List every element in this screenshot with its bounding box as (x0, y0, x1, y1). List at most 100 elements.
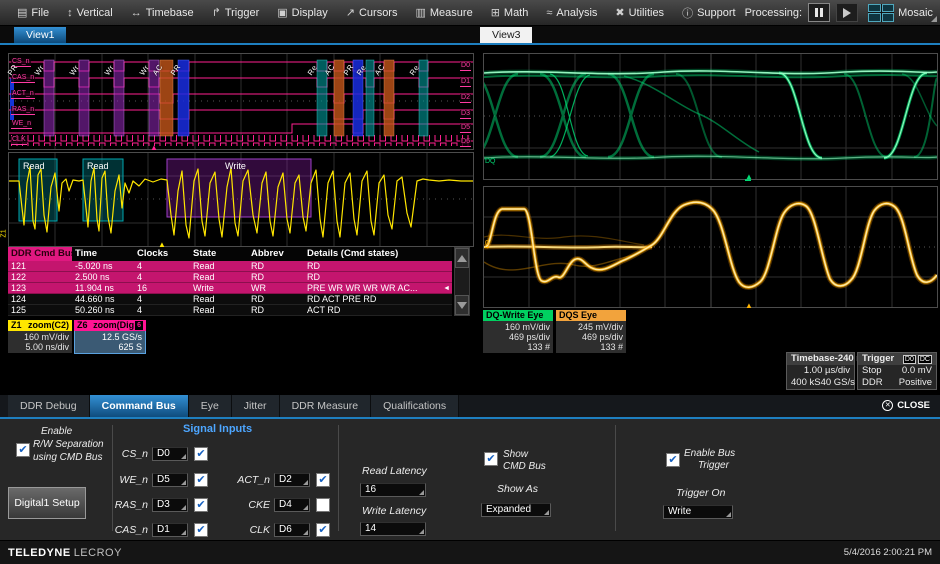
z6-descriptor[interactable]: Z6zoom(Dig6 12.5 GS/s625 S (74, 320, 146, 354)
rw-separation-checkbox[interactable] (16, 443, 30, 457)
cs-source-dropdown[interactable]: D0 (152, 447, 188, 461)
act-source-dropdown[interactable]: D2 (274, 473, 310, 487)
mosaic-grid-icon (868, 4, 894, 22)
menu-display-label: Display (292, 7, 328, 19)
menu-trigger-label: Trigger (225, 7, 259, 19)
close-icon: ✕ (882, 400, 893, 411)
menu-cursors[interactable]: ↗Cursors (337, 0, 407, 26)
menu-math[interactable]: ⊞Math (482, 0, 538, 26)
signal-label-cas: CAS_n (11, 74, 35, 83)
menu-vertical[interactable]: ↕Vertical (58, 0, 122, 26)
tab-view3[interactable]: View3 (480, 27, 532, 43)
z1-descriptor[interactable]: Z1zoom(C2) 160 mV/div5.00 ns/div (8, 320, 72, 353)
cs-enable-checkbox[interactable] (194, 447, 208, 461)
trigger-icon: ↱ (212, 6, 221, 19)
trigger-source-badge: D0 (903, 355, 916, 364)
tab-jitter[interactable]: Jitter (232, 395, 280, 417)
dqs-eye-descriptor[interactable]: DQS Eye 245 mV/div 469 ps/div 133 # (556, 310, 626, 353)
timebase-rate: 40 GS/s (821, 377, 855, 389)
trigger-descriptor[interactable]: TriggerD0DC Stop0.0 mV DDRPositive (857, 352, 937, 390)
vertical-icon: ↕ (67, 7, 73, 19)
z1-tdiv: 5.00 ns/div (11, 342, 69, 352)
table-row[interactable]: 12444.660 ns4ReadRDRD ACT PRE RD (8, 294, 452, 305)
cas-enable-checkbox[interactable] (194, 523, 208, 537)
clk-source-dropdown[interactable]: D6 (274, 523, 310, 537)
table-header-bus: DDR Cmd Bus (8, 247, 72, 261)
mosaic-selector[interactable]: Mosaic (864, 3, 937, 23)
write-latency-dropdown[interactable]: 14 (360, 522, 426, 536)
dq-eye-name: DQ-Write Eye (486, 310, 543, 321)
tab-qualifications[interactable]: Qualifications (371, 395, 459, 417)
show-as-dropdown[interactable]: Expanded (481, 503, 551, 517)
menu-measure[interactable]: ▥Measure (406, 0, 481, 26)
tab-eye[interactable]: Eye (189, 395, 232, 417)
z6-source: zoom(Dig (93, 320, 134, 331)
trigger-slope: Positive (899, 377, 932, 389)
dq-eye-panel[interactable]: DQ (483, 53, 938, 180)
tab-ddr-debug[interactable]: DDR Debug (8, 395, 90, 417)
play-icon (843, 8, 851, 18)
cas-source-dropdown[interactable]: D1 (152, 523, 188, 537)
table-row[interactable]: 1222.500 ns4ReadRDRD (8, 272, 452, 283)
table-row[interactable]: 12550.260 ns4ReadRDACT RD (8, 305, 452, 316)
z1-vdiv: 160 mV/div (11, 332, 69, 342)
scroll-down-button[interactable] (455, 295, 469, 315)
signal-label-ras: RAS_n (11, 106, 35, 115)
z1-trace-label: Z1 (1, 229, 8, 237)
tab-command-bus[interactable]: Command Bus (90, 395, 189, 417)
timebase-samples: 400 kS (791, 377, 821, 389)
tab-view1[interactable]: View1 (14, 27, 66, 43)
menu-support[interactable]: ⓘSupport (673, 0, 745, 26)
digital1-setup-button[interactable]: Digital1 Setup (8, 487, 86, 519)
table-header-row: DDR Cmd Bus Time Clocks State Abbrev Det… (8, 247, 452, 261)
we-label: WE_n (100, 474, 148, 486)
clk-enable-checkbox[interactable] (316, 523, 330, 537)
timebase-descriptor[interactable]: Timebase-240 ns 1.00 µs/div 400 kS40 GS/… (786, 352, 855, 390)
tab-ddr-measure[interactable]: DDR Measure (280, 395, 372, 417)
close-button[interactable]: ✕ CLOSE (882, 400, 930, 411)
pause-button[interactable] (808, 3, 830, 22)
dqs-waveform (484, 187, 937, 307)
menu-utilities[interactable]: ✖Utilities (606, 0, 673, 26)
trigger-on-dropdown[interactable]: Write (663, 505, 733, 519)
digital-bus-panel[interactable]: CS_n CAS_n ACT_n RAS_n WE_n CLK D0 D1 D2… (8, 53, 474, 150)
enable-bus-trigger-label: Enable BusTrigger (684, 448, 735, 472)
show-as-label: Show As (497, 483, 538, 495)
cke-source-dropdown[interactable]: D4 (274, 498, 310, 512)
table-scrollbar[interactable] (454, 247, 470, 316)
menu-display[interactable]: ▣Display (268, 0, 336, 26)
enable-bus-trigger-checkbox[interactable] (666, 453, 680, 467)
cke-enable-checkbox[interactable] (316, 498, 330, 512)
zoom-trace-panel[interactable]: Read Read Write (8, 152, 474, 247)
up-arrow-icon (457, 255, 467, 262)
signal-label-act: ACT_n (11, 90, 35, 99)
menu-trigger[interactable]: ↱ Trigger (203, 0, 269, 26)
we-source-dropdown[interactable]: D5 (152, 473, 188, 487)
menu-analysis-label: Analysis (556, 7, 597, 19)
table-row[interactable]: 121-5.020 ns4ReadRDRD (8, 261, 452, 272)
show-cmd-bus-checkbox[interactable] (484, 452, 498, 466)
status-bar: TELEDYNELECROY 5/4/2016 2:00:21 PM (0, 540, 940, 564)
play-button[interactable] (836, 3, 858, 22)
measure-icon: ▥ (415, 6, 425, 19)
we-enable-checkbox[interactable] (194, 473, 208, 487)
scroll-up-button[interactable] (455, 248, 469, 268)
menu-math-label: Math (504, 7, 528, 19)
table-header-abbrev: Abbrev (248, 247, 304, 261)
line-label-d2: D2 (460, 94, 471, 103)
act-enable-checkbox[interactable] (316, 473, 330, 487)
dq-write-eye-descriptor[interactable]: DQ-Write Eye 160 mV/div 469 ps/div 133 # (483, 310, 553, 353)
ras-enable-checkbox[interactable] (194, 498, 208, 512)
read-latency-dropdown[interactable]: 16 (360, 483, 426, 497)
table-header-details: Details (Cmd states) (304, 247, 452, 261)
ddr-debug-dialog: DDR Debug Command Bus Eye Jitter DDR Mea… (0, 395, 940, 540)
menu-timebase[interactable]: ↔Timebase (122, 0, 203, 26)
dqs-trace-panel[interactable]: 0 (483, 186, 938, 308)
divider (338, 425, 339, 531)
menu-analysis[interactable]: ≈Analysis (537, 0, 606, 26)
ras-source-dropdown[interactable]: D3 (152, 498, 188, 512)
trigger-level: 0.0 mV (902, 365, 932, 377)
table-row-selected[interactable]: 12311.904 ns16WriteWR PRE WR WR WR WR AC… (8, 283, 452, 294)
oscilloscope-app: ▤File ↕Vertical ↔Timebase ↱ Trigger ▣Disp… (0, 0, 940, 564)
menu-file[interactable]: ▤File (8, 0, 58, 26)
